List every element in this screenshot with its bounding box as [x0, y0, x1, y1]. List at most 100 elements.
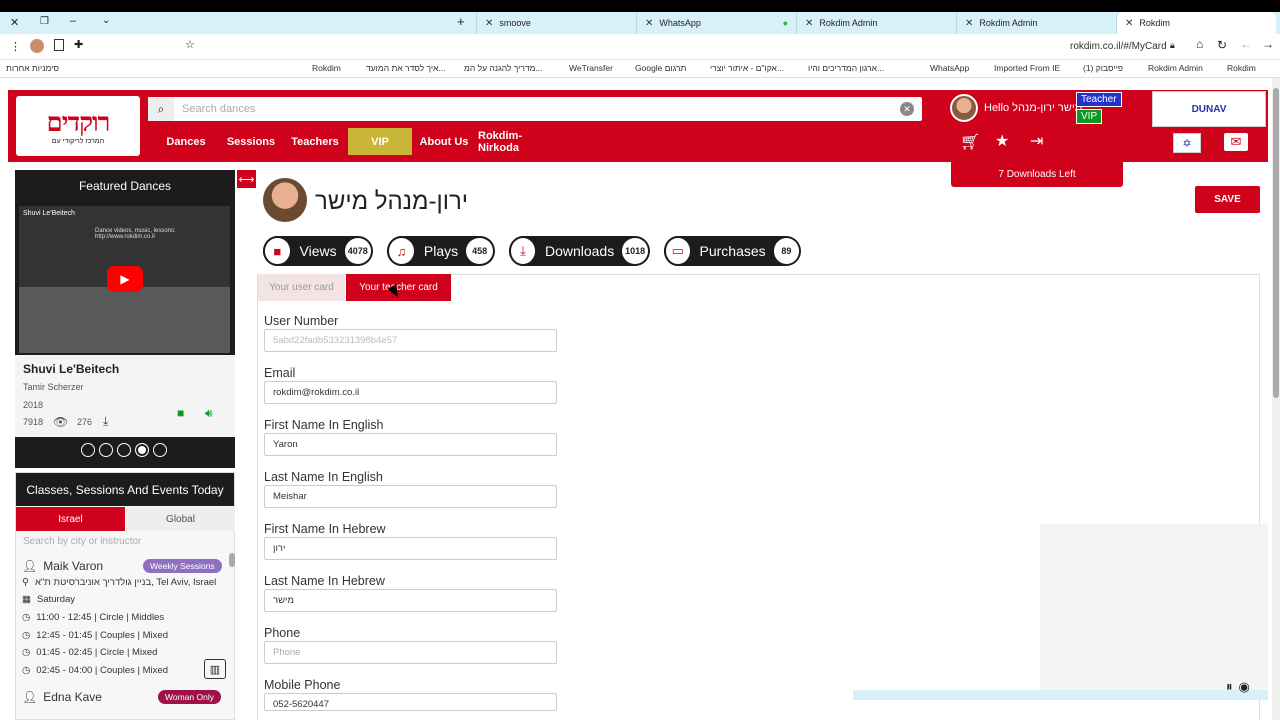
carousel-dot[interactable] — [117, 443, 131, 457]
bookmark-star-icon[interactable]: ☆ — [185, 38, 195, 51]
close-window-icon[interactable]: ✕ — [10, 16, 19, 29]
cart-icon[interactable]: 🛒︎ — [960, 132, 980, 152]
carousel-dot[interactable] — [153, 443, 167, 457]
bookmark-item[interactable]: Google תרגום — [635, 63, 686, 73]
event-time: ◷ 12:45 - 01:45 | Couples | Mixed — [22, 630, 168, 641]
israel-flag-icon[interactable]: ✡ — [1173, 133, 1201, 153]
carousel-dot[interactable] — [81, 443, 95, 457]
close-tab-icon[interactable]: ✕ — [645, 18, 653, 29]
user-greeting[interactable]: Hello מישר ירון-מנהל — [950, 94, 1082, 122]
carousel-dot[interactable] — [99, 443, 113, 457]
play-icon[interactable]: ▶ — [107, 266, 143, 292]
first-name-english-field[interactable]: Yaron — [264, 433, 557, 456]
logout-icon[interactable]: ⇥ — [1030, 131, 1043, 151]
bookmark-item[interactable]: Rokdim — [312, 63, 341, 73]
reload-icon[interactable]: ↻ — [1217, 38, 1227, 52]
close-tab-icon[interactable]: ✕ — [1125, 18, 1133, 29]
mobile-phone-field[interactable]: 052-5620447 — [264, 693, 557, 711]
teacher-badge: Teacher — [1076, 92, 1122, 107]
events-scrollbar[interactable] — [229, 553, 235, 567]
profile-icon[interactable] — [30, 39, 44, 53]
dance-card[interactable]: Shuvi Le'Beitech Tamir Scherzer 2018 791… — [15, 355, 235, 437]
stat-plays[interactable]: ♫ Plays 458 — [387, 236, 495, 266]
tab-global[interactable]: Global — [126, 507, 235, 531]
nav-sessions[interactable]: Sessions — [224, 128, 278, 155]
download-icon[interactable]: ⤓ — [103, 414, 108, 429]
tab-search-icon[interactable]: ⌄ — [102, 15, 110, 26]
address-bar[interactable]: rokdim.co.il/#/MyCard — [1070, 41, 1167, 52]
last-name-english-field[interactable]: Meishar — [264, 485, 557, 508]
browser-tab-rokdim-admin-1[interactable]: ✕ Rokdim Admin — [796, 12, 956, 34]
restore-window-icon[interactable]: ❐ — [40, 16, 49, 27]
carousel-dots — [81, 443, 167, 457]
bookmark-item[interactable]: Rokdim Admin — [1148, 63, 1203, 73]
browser-tab-smoove[interactable]: ✕ smoove — [476, 12, 636, 34]
menu-icon[interactable]: ⋮ — [10, 40, 21, 53]
search-input[interactable]: Search dances — [174, 103, 900, 115]
search-icon[interactable]: ⌕ — [148, 97, 174, 121]
bookmark-other[interactable]: סימניות אחרות — [6, 63, 59, 73]
event-instructor[interactable]: 👤︎ Maik Varon — [22, 559, 103, 573]
back-icon[interactable]: → — [1262, 37, 1274, 51]
bookmark-item[interactable]: WeTransfer — [569, 63, 613, 73]
profile-avatar[interactable] — [263, 178, 307, 222]
map-icon[interactable]: ▥ — [204, 659, 226, 679]
record-icon[interactable]: ◉ — [1239, 679, 1250, 695]
featured-video[interactable]: Shuvi Le'Beitech Dance videos, music, le… — [19, 206, 230, 353]
bookmark-item[interactable]: אקו"ם - איתור יוצרי... — [710, 63, 784, 73]
clear-search-icon[interactable]: ✕ — [900, 102, 914, 116]
forward-icon[interactable]: ← — [1240, 37, 1252, 51]
home-icon[interactable]: ⌂ — [1196, 37, 1203, 51]
minimize-window-icon[interactable]: – — [70, 15, 76, 27]
stat-downloads[interactable]: ⤓ Downloads 1018 — [509, 236, 650, 266]
bookmark-item[interactable]: איך לסדר את המועד... — [366, 63, 446, 73]
close-tab-icon[interactable]: ✕ — [805, 18, 813, 29]
nav-teachers[interactable]: Teachers — [288, 128, 342, 155]
dunav-logo[interactable]: DUNAV — [1152, 91, 1266, 127]
bookmark-item[interactable]: Imported From IE — [994, 63, 1060, 73]
close-tab-icon[interactable]: ✕ — [965, 18, 973, 29]
favorites-star-icon[interactable]: ★ — [995, 131, 1009, 151]
tab-user-card[interactable]: Your user card — [258, 274, 345, 301]
extensions-icon[interactable]: ✚ — [74, 38, 83, 51]
bookmark-item[interactable]: ארגון המדריכים והיו... — [808, 63, 884, 73]
nav-vip[interactable]: VIP — [348, 128, 412, 155]
browser-tab-rokdim[interactable]: ✕ Rokdim — [1116, 12, 1276, 34]
close-tab-icon[interactable]: ✕ — [485, 18, 493, 29]
field-label: Email — [264, 366, 296, 380]
mail-icon[interactable]: ✉ — [1224, 133, 1248, 151]
bookmark-item[interactable]: מדריך להגנה על המ... — [464, 63, 543, 73]
dance-search-bar[interactable]: ⌕ Search dances ✕ — [148, 97, 922, 121]
pause-icon[interactable]: ⏸ — [1226, 679, 1233, 695]
stat-views[interactable]: ■ Views 4078 — [263, 236, 373, 266]
toggle-sidebar-icon[interactable]: ⟷ — [237, 170, 256, 188]
nav-rokdim-nirkoda[interactable]: Rokdim-Nirkoda — [478, 128, 558, 155]
tab-israel[interactable]: Israel — [16, 507, 125, 531]
user-number-field[interactable]: 5abd22fadb533231398b4e57 — [264, 329, 557, 352]
event-instructor[interactable]: 👤︎ Edna Kave — [22, 690, 102, 704]
events-search-input[interactable]: Search by city or instructor — [23, 536, 141, 547]
last-name-hebrew-field[interactable]: מישר — [264, 589, 557, 612]
scrollbar-thumb[interactable] — [1273, 88, 1279, 398]
new-tab-icon[interactable]: + — [457, 14, 465, 29]
browser-tab-rokdim-admin-2[interactable]: ✕ Rokdim Admin — [956, 12, 1116, 34]
first-name-hebrew-field[interactable]: ירון — [264, 537, 557, 560]
stat-purchases[interactable]: ▭ Purchases 89 — [664, 236, 801, 266]
site-logo[interactable]: רוקדים המרכז לריקודי עם — [16, 96, 140, 156]
bookmark-item[interactable]: (1) פייסבוק — [1083, 63, 1123, 73]
email-field[interactable]: rokdim@rokdim.co.il — [264, 381, 557, 404]
page-scrollbar[interactable] — [1272, 78, 1280, 720]
video-camera-icon[interactable]: ■ — [177, 406, 184, 420]
speaker-icon[interactable]: 🔊︎ — [205, 406, 213, 421]
event-time: ◷ 01:45 - 02:45 | Circle | Mixed — [22, 647, 158, 658]
phone-field[interactable]: Phone — [264, 641, 557, 664]
dance-author: Tamir Scherzer — [23, 382, 84, 392]
nav-about-us[interactable]: About Us — [418, 128, 470, 155]
bookmark-item[interactable]: Rokdim — [1227, 63, 1256, 73]
carousel-dot-active[interactable] — [135, 443, 149, 457]
browser-tab-whatsapp[interactable]: ✕ WhatsApp ● — [636, 12, 796, 34]
save-button[interactable]: SAVE — [1195, 186, 1260, 213]
bookmark-item[interactable]: WhatsApp — [930, 63, 969, 73]
nav-dances[interactable]: Dances — [160, 128, 212, 155]
sidebar-icon[interactable] — [54, 39, 64, 51]
